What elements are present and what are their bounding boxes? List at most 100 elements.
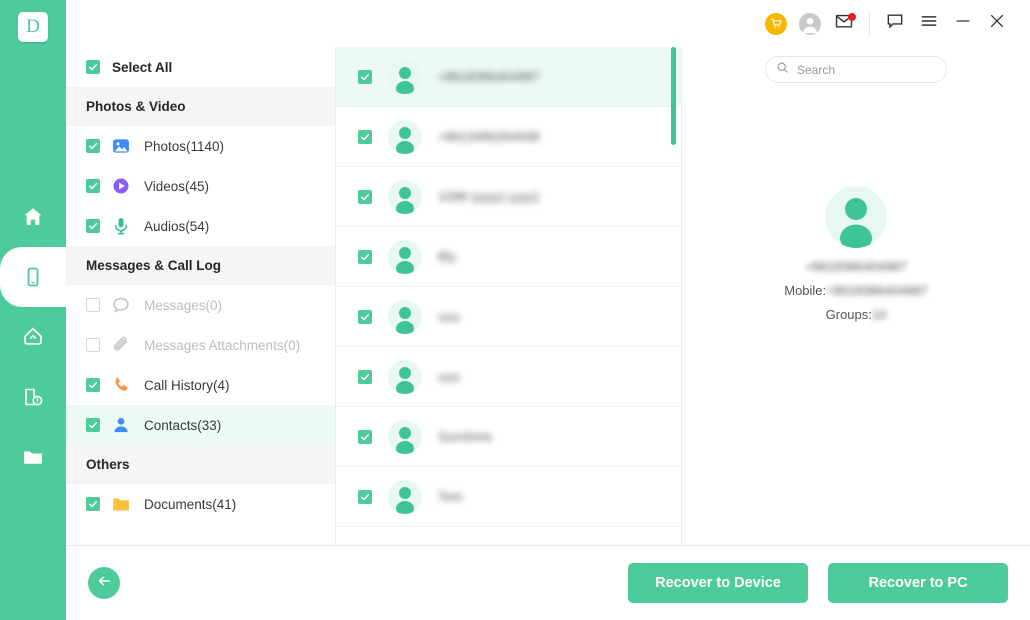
app-logo: D [18,12,48,42]
contact-row[interactable]: Bly [336,227,681,287]
select-all-label: Select All [112,59,173,75]
left-nav-rail: D [0,0,66,620]
minimize-icon [953,11,973,36]
application-window: D Select All Photos & Video Photos(1140)… [0,0,1030,620]
category-item-messages-attachments[interactable]: Messages Attachments(0) [66,325,335,365]
bottom-bar: Recover to Device Recover to PC [66,545,1030,620]
contact-row-checkbox[interactable] [358,489,372,504]
contact-list-scrollbar[interactable] [671,47,676,545]
minimize-button[interactable] [946,7,980,41]
contact-detail-mobile-value: +8618386404987 [826,283,928,298]
contact-avatar-icon [388,299,422,334]
search-input[interactable] [797,62,936,77]
contact-avatar-icon [388,59,422,94]
nav-item-device[interactable] [0,233,66,321]
home-icon [21,205,45,229]
video-icon [110,175,132,197]
videos-label: Videos(45) [144,178,210,194]
close-button[interactable] [980,7,1014,41]
category-sidebar: Select All Photos & Video Photos(1140) V… [66,47,336,545]
category-item-photos[interactable]: Photos(1140) [66,126,335,166]
contact-row[interactable]: +8613486264938 [336,107,681,167]
contact-row[interactable]: +8618386404987 [336,47,681,107]
contact-row-checkbox[interactable] [358,429,372,444]
main-content: Select All Photos & Video Photos(1140) V… [66,47,1030,545]
chat-bubble-icon [885,11,905,36]
account-button[interactable] [793,7,827,41]
contacts-checkbox[interactable] [86,418,100,432]
select-all-checkbox[interactable] [86,60,100,74]
contact-row[interactable]: Tom [336,467,681,527]
category-item-call-history[interactable]: Call History(4) [66,365,335,405]
close-icon [987,11,1007,36]
attachment-icon [110,334,132,356]
contact-row-checkbox[interactable] [358,189,372,204]
contact-detail-groups-label: Groups: [825,307,872,322]
contact-detail-card: +8618386404987 Mobile: +8618386404987 Gr… [784,186,928,322]
phone-icon [21,265,45,289]
category-item-messages[interactable]: Messages(0) [66,285,335,325]
audios-checkbox[interactable] [86,219,100,233]
contact-detail-groups: Groups: 10 [826,307,887,322]
messages-label: Messages(0) [144,297,223,313]
contact-row[interactable]: uuu [336,347,681,407]
videos-checkbox[interactable] [86,179,100,193]
mail-unread-badge [848,12,856,21]
category-group-header-others: Others [66,445,335,484]
recover-to-pc-button[interactable]: Recover to PC [828,563,1008,603]
call-history-checkbox[interactable] [86,378,100,392]
messages-attachments-checkbox[interactable] [86,338,100,352]
contact-name: uuu [438,309,460,324]
category-item-videos[interactable]: Videos(45) [66,166,335,206]
cart-button[interactable] [759,7,793,41]
search-box[interactable] [765,56,947,83]
contact-row[interactable]: 1088 (yyyy) yyyy) [336,167,681,227]
feedback-button[interactable] [878,7,912,41]
photos-checkbox[interactable] [86,139,100,153]
toolbar-divider [869,12,870,35]
contact-row-checkbox[interactable] [358,309,372,324]
search-icon [776,61,789,79]
category-group-header-photos-video: Photos & Video [66,87,335,126]
recover-to-device-button[interactable]: Recover to Device [628,563,808,603]
contact-avatar-icon [388,359,422,394]
audio-icon [110,215,132,237]
contact-row[interactable]: uuu [336,287,681,347]
menu-button[interactable] [912,7,946,41]
documents-checkbox[interactable] [86,497,100,511]
contact-detail-groups-value: 10 [871,307,887,322]
contact-avatar-icon [388,179,422,214]
category-item-audios[interactable]: Audios(54) [66,206,335,246]
contact-name: 1088 (yyyy) yyyy) [438,189,540,204]
category-item-documents[interactable]: Documents(41) [66,484,335,524]
nav-item-backup[interactable] [0,307,66,367]
messages-checkbox[interactable] [86,298,100,312]
photo-icon [110,135,132,157]
nav-item-files[interactable] [0,427,66,487]
call-icon [110,374,132,396]
contact-avatar-icon [388,479,422,514]
category-item-contacts[interactable]: Contacts(33) [66,405,335,445]
window-body: Select All Photos & Video Photos(1140) V… [66,0,1030,620]
title-bar [66,0,1030,47]
select-all-row[interactable]: Select All [66,47,335,87]
contact-row-checkbox[interactable] [358,369,372,384]
contact-row-checkbox[interactable] [358,69,372,84]
cloud-upload-icon [21,325,45,349]
contact-name: uuu [438,369,460,384]
call-history-label: Call History(4) [144,377,230,393]
contacts-label: Contacts(33) [144,417,222,433]
contact-detail-name: +8618386404987 [805,259,907,274]
contact-name: Bly [438,249,457,264]
photos-label: Photos(1140) [144,138,225,154]
contact-avatar-icon [388,239,422,274]
back-button[interactable] [88,567,120,599]
contact-row-checkbox[interactable] [358,129,372,144]
documents-label: Documents(41) [144,496,237,512]
contact-row-checkbox[interactable] [358,249,372,264]
nav-item-repair[interactable] [0,367,66,427]
mail-button[interactable] [827,7,861,41]
nav-item-list [0,187,66,487]
contact-row[interactable]: Sunshine [336,407,681,467]
contact-list-scrollbar-thumb[interactable] [671,47,676,145]
